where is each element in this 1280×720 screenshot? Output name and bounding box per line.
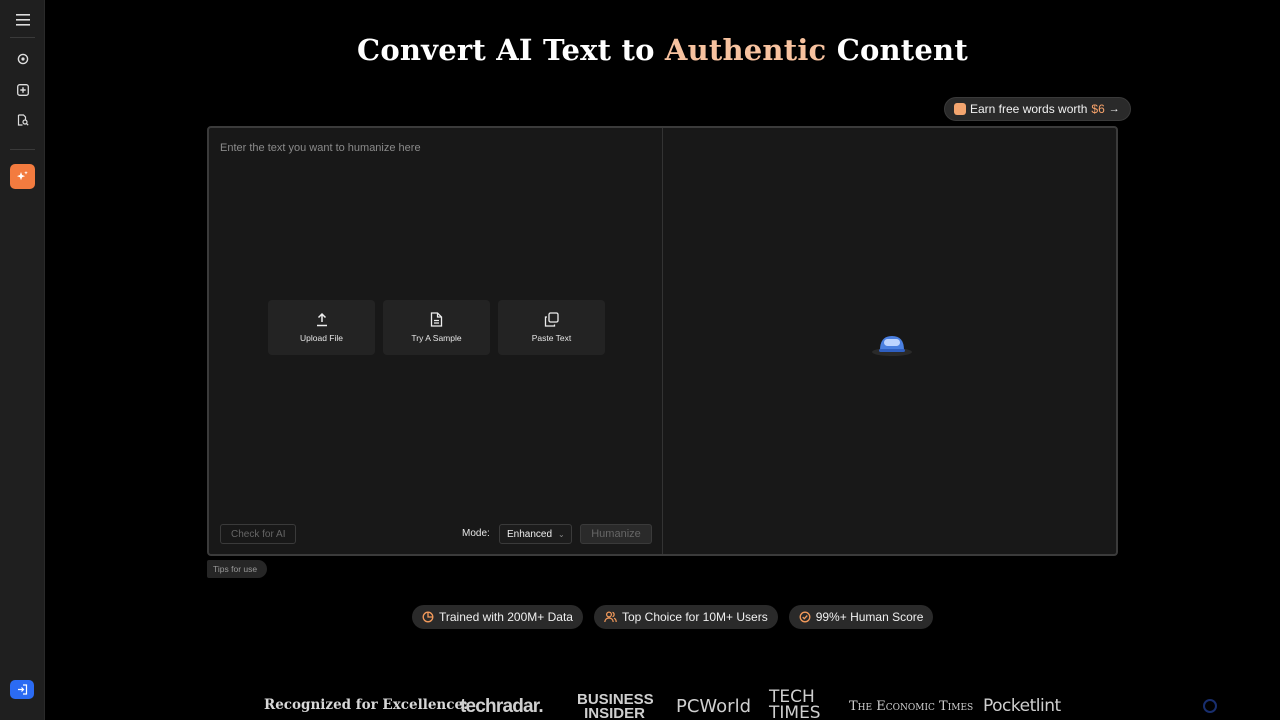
sidebar-item-humanizer[interactable] [10, 164, 35, 189]
page-title: Convert AI Text to Authentic Content [45, 33, 1280, 67]
gift-icon [954, 103, 966, 115]
copy-icon [544, 312, 559, 327]
title-part-1: Convert AI Text to [357, 33, 655, 67]
humanize-button[interactable]: Humanize [580, 524, 652, 544]
badge-trained-data: Trained with 200M+ Data [412, 605, 583, 629]
document-icon [430, 312, 443, 327]
badge-trained-data-text: Trained with 200M+ Data [439, 610, 573, 624]
check-circle-icon [799, 611, 811, 623]
badge-top-choice: Top Choice for 10M+ Users [593, 605, 778, 629]
upload-icon [316, 312, 327, 327]
humanizer-panel: Enter the text you want to humanize here… [207, 126, 1118, 556]
recognized-label: Recognized for Excellence: [264, 697, 469, 713]
detector-icon [17, 53, 28, 64]
sidebar-divider [10, 149, 35, 150]
paste-text-button[interactable]: Paste Text [498, 300, 605, 355]
menu-icon [15, 13, 30, 26]
earn-text: Earn free words worth [970, 102, 1088, 116]
sidebar-item-document-search[interactable] [10, 107, 35, 132]
tips-for-use-button[interactable]: Tips for use [207, 560, 268, 578]
mode-select[interactable]: Enhanced ⌄ [499, 524, 572, 544]
earn-free-words-button[interactable]: Earn free words worth $6 → [944, 97, 1131, 121]
economic-times-logo: The Economic Times [849, 699, 974, 714]
mode-label: Mode: [462, 528, 490, 539]
chevron-down-icon: ⌄ [558, 529, 565, 539]
badge-human-score-text: 99%+ Human Score [815, 610, 924, 624]
text-input-placeholder[interactable]: Enter the text you want to humanize here [220, 142, 421, 154]
logout-icon [17, 684, 27, 695]
pocketlint-logo: Pocketlint [983, 696, 1061, 716]
earn-amount: $6 [1091, 102, 1105, 116]
add-icon [16, 83, 29, 96]
feature-badges: Trained with 200M+ Data Top Choice for 1… [412, 605, 934, 629]
sidebar-item-detector[interactable] [10, 46, 35, 71]
sidebar-divider [10, 37, 35, 38]
data-icon [422, 611, 434, 623]
techradar-logo: techradar. [460, 696, 544, 717]
badge-top-choice-text: Top Choice for 10M+ Users [621, 610, 768, 624]
logout-button[interactable] [10, 680, 34, 699]
document-search-icon [17, 113, 29, 126]
upload-file-button[interactable]: Upload File [268, 300, 375, 355]
watermark-logo-icon [1203, 699, 1217, 713]
bot-mascot-icon [872, 336, 912, 356]
check-for-ai-button[interactable]: Check for AI [220, 524, 297, 544]
humanizer-sparkle-icon [17, 171, 28, 181]
arrow-right-icon: → [1108, 103, 1120, 115]
badge-human-score: 99%+ Human Score [788, 605, 934, 629]
title-accent: Authentic [664, 33, 827, 67]
title-part-2: Content [836, 33, 968, 67]
upload-file-label: Upload File [300, 333, 343, 343]
users-icon [604, 611, 617, 623]
panel-divider [662, 128, 663, 554]
business-insider-logo: BUSINESS INSIDER [577, 691, 654, 720]
try-sample-label: Try A Sample [411, 333, 462, 343]
sidebar-item-add[interactable] [10, 77, 35, 102]
menu-button[interactable] [10, 7, 35, 32]
try-sample-button[interactable]: Try A Sample [383, 300, 490, 355]
input-actions: Upload File Try A Sample Paste Text [268, 300, 605, 355]
tech-times-logo: TECH TIMES [769, 687, 821, 720]
pcworld-logo: PCWorld [676, 696, 752, 717]
mode-value: Enhanced [507, 528, 553, 540]
paste-text-label: Paste Text [531, 333, 572, 343]
sidebar [0, 0, 45, 720]
